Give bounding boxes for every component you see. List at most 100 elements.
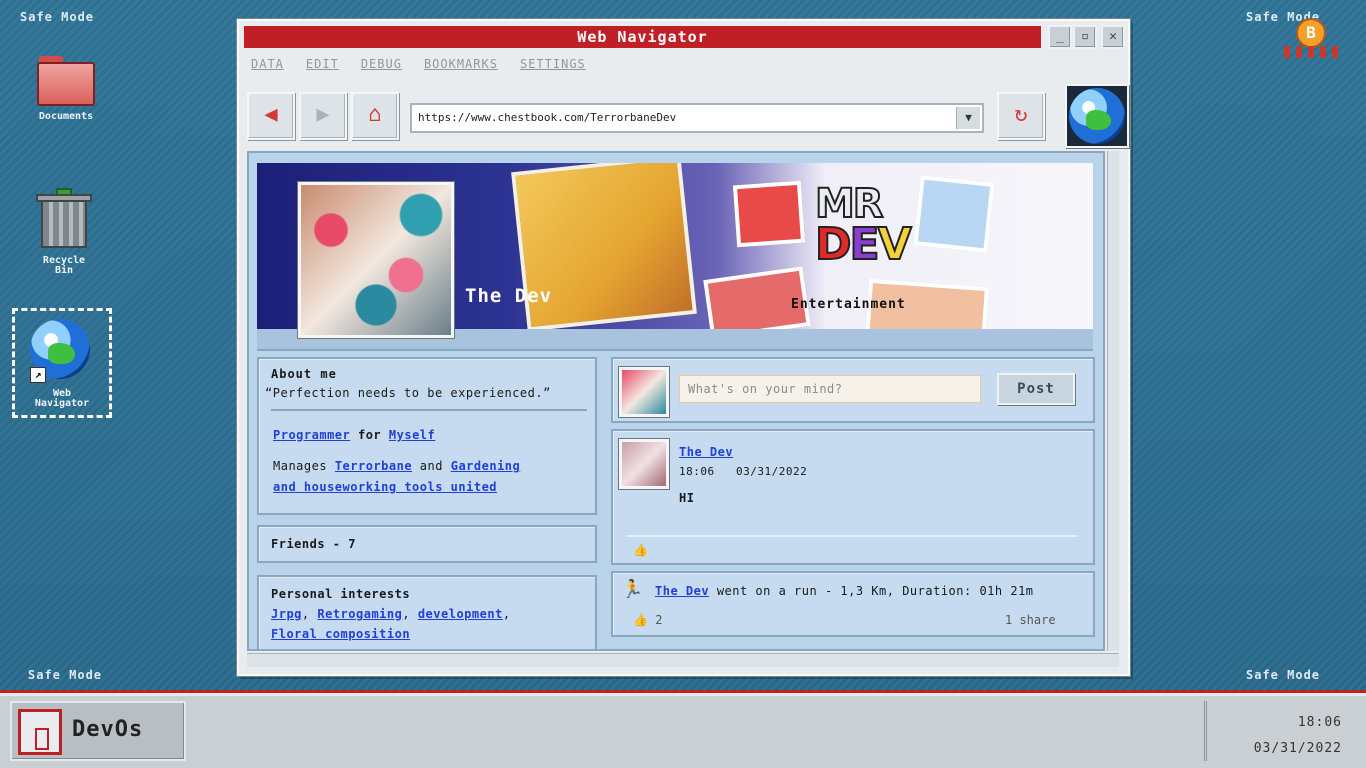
desktop-icon-web-navigator[interactable]: ↗ Web Navigator <box>12 308 112 418</box>
shortcut-arrow-icon: ↗ <box>30 367 46 383</box>
folder-icon <box>37 56 95 106</box>
desktop-icon-label: Documents <box>38 111 94 122</box>
start-button[interactable]: DevOs <box>10 701 186 761</box>
status-input[interactable]: What's on your mind? <box>679 375 981 403</box>
start-label: DevOs <box>72 717 144 742</box>
static-text: , <box>502 607 511 621</box>
divider <box>627 535 1077 537</box>
static-text: for <box>357 428 382 442</box>
post-time: 18:06 <box>679 465 715 478</box>
bug-icon[interactable]: B <box>1284 18 1338 60</box>
cover-artwork <box>732 180 806 248</box>
clock-time: 18:06 <box>1297 715 1342 730</box>
forward-button[interactable]: ▶ <box>299 92 347 140</box>
forward-arrow-icon: ▶ <box>316 102 330 127</box>
about-quote: “Perfection needs to be experienced.” <box>265 386 551 400</box>
interest-link[interactable]: Floral composition <box>271 627 410 641</box>
like-icon[interactable]: 👍 <box>633 543 648 557</box>
interest-link[interactable]: development <box>418 607 503 621</box>
globe-icon <box>1069 88 1125 144</box>
interest-link[interactable]: Jrpg <box>271 607 302 621</box>
terrorbane-link[interactable]: Terrorbane <box>335 459 412 473</box>
interests-card: Personal interests Jrpg, Retrogaming, de… <box>257 575 597 649</box>
back-arrow-icon: ◀ <box>264 102 278 127</box>
user-avatar <box>619 367 669 417</box>
menu-bar: DATA EDIT DEBUG BOOKMARKS SETTINGS <box>251 57 586 77</box>
post-body: HI <box>679 491 695 505</box>
static-text: , <box>301 607 310 621</box>
refresh-icon: ↻ <box>1014 102 1028 127</box>
devos-logo-icon <box>18 709 62 755</box>
like-count: 2 <box>655 613 663 627</box>
static-text: Manages <box>273 459 328 473</box>
horizontal-scrollbar[interactable] <box>247 653 1119 667</box>
page-content: MR DEV Entertainment The Dev About me “P… <box>247 151 1105 651</box>
url-dropdown-button[interactable]: ▼ <box>956 107 980 129</box>
post-composer: What's on your mind? Post <box>611 357 1095 423</box>
gardening-link[interactable]: Gardening <box>451 459 521 473</box>
like-icon: 👍 <box>633 613 648 627</box>
activity-author-link[interactable]: The Dev <box>655 584 709 598</box>
taskbar: DevOs 18:06 03/31/2022 <box>0 690 1366 768</box>
browser-throbber <box>1065 84 1129 148</box>
about-me-title: About me <box>271 367 337 381</box>
menu-debug[interactable]: DEBUG <box>361 57 402 77</box>
desktop-icon-documents[interactable]: Documents <box>16 56 116 122</box>
friends-count: Friends - 7 <box>271 537 356 551</box>
safe-mode-label: Safe Mode <box>28 668 103 682</box>
window-title[interactable]: Web Navigator <box>242 24 1043 50</box>
maximize-button[interactable]: ▫ <box>1073 25 1097 49</box>
post-date: 03/31/2022 <box>736 465 808 478</box>
post-author-avatar[interactable] <box>619 439 669 489</box>
clock-date: 03/31/2022 <box>1253 741 1342 756</box>
interests-title: Personal interests <box>271 587 411 601</box>
about-me-card: About me “Perfection needs to be experie… <box>257 357 597 515</box>
logo-text: MR <box>814 181 885 227</box>
back-button[interactable]: ◀ <box>247 92 295 140</box>
programmer-link[interactable]: Programmer <box>273 428 350 442</box>
menu-edit[interactable]: EDIT <box>306 57 339 77</box>
desktop-icon-label: Web Navigator <box>34 388 90 409</box>
gardening-link[interactable]: and houseworking tools united <box>273 480 497 494</box>
desktop-icon-label: Recycle Bin <box>42 255 86 276</box>
close-button[interactable]: ✕ <box>1101 25 1125 49</box>
refresh-button[interactable]: ↻ <box>997 92 1045 140</box>
home-button[interactable]: ⌂ <box>351 92 399 140</box>
browser-toolbar: ◀ ▶ ⌂ https://www.chestbook.com/Terrorba… <box>247 84 1129 148</box>
interest-link[interactable]: Retrogaming <box>317 607 402 621</box>
safe-mode-label: Safe Mode <box>1246 668 1321 682</box>
globe-icon: ↗ <box>30 319 94 383</box>
menu-data[interactable]: DATA <box>251 57 284 77</box>
desktop-icon-recycle-bin[interactable]: Recycle Bin <box>14 188 114 276</box>
post-author-link[interactable]: The Dev <box>679 445 733 459</box>
running-icon: 🏃 <box>621 579 644 600</box>
url-bar[interactable]: https://www.chestbook.com/TerrorbaneDev … <box>410 103 984 133</box>
myself-link[interactable]: Myself <box>389 428 435 442</box>
static-text: , <box>402 607 411 621</box>
static-text: and <box>419 459 443 473</box>
recycle-bin-icon <box>36 188 92 250</box>
logo-text: DEV <box>814 219 913 270</box>
minimize-button[interactable]: _ <box>1048 25 1072 49</box>
like-button[interactable]: 👍 2 <box>633 613 662 627</box>
vertical-scrollbar[interactable] <box>1107 151 1119 651</box>
friends-card[interactable]: Friends - 7 <box>257 525 597 563</box>
web-navigator-window: Web Navigator _ ▫ ✕ DATA EDIT DEBUG BOOK… <box>237 19 1130 676</box>
share-count[interactable]: 1 share <box>1005 613 1056 627</box>
safe-mode-label: Safe Mode <box>20 10 95 24</box>
cover-artwork <box>913 175 995 253</box>
cover-caption: Entertainment <box>791 297 906 312</box>
url-text: https://www.chestbook.com/TerrorbaneDev <box>418 111 677 124</box>
feed-activity: 🏃 The Dev went on a run - 1,3 Km, Durati… <box>611 571 1095 637</box>
mrdev-logo: MR DEV <box>814 181 915 285</box>
divider <box>271 409 587 411</box>
post-button[interactable]: Post <box>997 373 1075 405</box>
menu-settings[interactable]: SETTINGS <box>520 57 586 77</box>
activity-text: went on a run - 1,3 Km, Duration: 01h 21… <box>716 584 1034 598</box>
profile-name: The Dev <box>465 285 553 307</box>
menu-bookmarks[interactable]: BOOKMARKS <box>424 57 498 77</box>
feed-post: The Dev 18:06 03/31/2022 HI 👍 <box>611 429 1095 565</box>
profile-avatar[interactable] <box>298 182 454 338</box>
system-clock[interactable]: 18:06 03/31/2022 <box>1204 701 1360 761</box>
home-icon: ⌂ <box>368 102 382 127</box>
